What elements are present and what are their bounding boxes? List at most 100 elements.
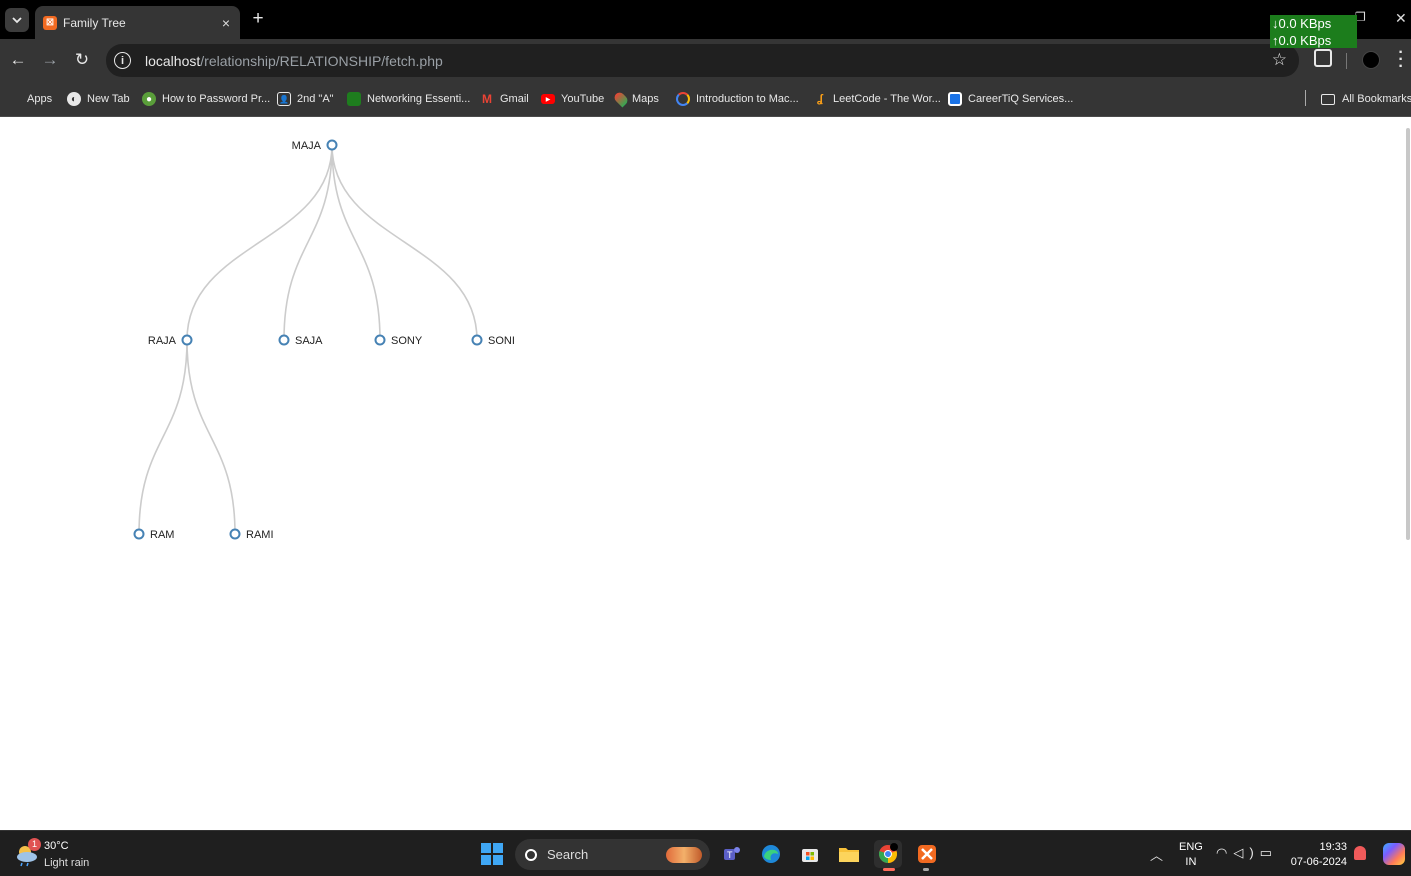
node-label-ram: RAM [150,529,174,541]
system-tray-icons[interactable]: ◠◁)▭ [1216,845,1278,861]
microsoft-store-icon[interactable] [796,840,824,868]
tab-strip: ⊠ Family Tree × + ↓0.0 KBps ↑0.0 KBps ❐ … [0,0,1411,48]
bookmark-label: Networking Essenti... [367,93,471,105]
bookmark-careertiq[interactable]: CareerTiQ Services... [948,90,1073,108]
node-label-soni: SONI [488,335,515,347]
forward-arrow-icon[interactable]: → [39,49,61,71]
folder-icon [1321,93,1335,105]
profile-avatar[interactable] [1362,51,1380,69]
region-code: IN [1185,856,1197,868]
gmail-icon: M [482,92,492,106]
url-host: localhost [145,52,201,69]
bookmark-label: Apps [27,93,53,105]
all-bookmarks-button[interactable]: All Bookmarks [1321,90,1411,108]
weather-alert-badge: 1 [28,838,41,851]
bookmark-gmail[interactable]: M Gmail [480,90,529,108]
address-bar[interactable]: i localhost/relationship/RELATIONSHIP/fe… [106,44,1299,77]
system-clock[interactable]: 19:33 07-06-2024 [1287,840,1347,870]
browser-menu-icon[interactable]: · · · [1396,45,1406,75]
edge-icon[interactable] [757,840,785,868]
language-code: ENG [1179,841,1203,853]
close-window-icon[interactable]: ✕ [1395,10,1407,27]
family-tree-diagram: MAJA RAJA SAJA SONY SONI RAM RAMI [133,139,515,541]
link-maja-sony [331,144,381,341]
bookmark-intro-mac[interactable]: Introduction to Mac... [676,90,799,108]
bookmark-label: CareerTiQ Services... [968,93,1074,105]
extensions-puzzle-icon[interactable] [1314,49,1332,67]
tab-search-button[interactable] [5,8,29,32]
weather-condition[interactable]: Light rain [44,857,89,869]
contact-card-icon: 👤 [277,92,291,106]
bookmark-2nd-a[interactable]: 👤 2nd "A" [277,90,334,108]
tab-close-icon[interactable]: × [216,15,236,31]
browser-toolbar: ← → ↻ i localhost/relationship/RELATIONS… [0,39,1411,82]
all-bookmarks-label: All Bookmarks [1342,93,1411,105]
bookmarks-divider [1305,90,1306,106]
node-label-raja: RAJA [148,335,177,347]
bookmark-youtube[interactable]: ▶ YouTube [541,90,604,108]
notification-bell-icon[interactable] [1354,846,1366,860]
bookmark-maps[interactable]: Maps [612,90,659,108]
careertiq-icon [948,92,962,106]
node-soni[interactable] [471,334,483,346]
battery-icon[interactable]: ▭ [1260,845,1278,860]
input-language[interactable]: ENG IN [1179,840,1203,870]
google-cloud-icon [676,92,690,106]
tab-title: Family Tree [63,15,126,30]
active-app-indicator [883,868,895,871]
link-raja-rami [186,339,236,535]
leetcode-icon: ʆ [817,93,823,105]
chevron-down-icon [12,17,22,24]
weather-temperature[interactable]: 30°C [44,840,69,852]
node-saja[interactable] [278,334,290,346]
node-ram[interactable] [133,528,145,540]
bookmark-password[interactable]: ● How to Password Pr... [142,90,270,108]
bookmark-star-icon[interactable]: ☆ [1272,50,1287,70]
node-rami[interactable] [229,528,241,540]
link-maja-saja [283,144,333,341]
copilot-icon[interactable] [1383,843,1405,865]
maps-pin-icon [612,90,630,108]
xampp-icon: ⊠ [43,15,57,30]
bookmarks-bar: Apps ◐ New Tab ● How to Password Pr... 👤… [0,82,1411,117]
globe-icon: ◐ [67,92,81,106]
taskbar-search[interactable]: Search [515,839,710,870]
cisco-icon [347,92,361,106]
network-down-rate: ↓0.0 KBps [1272,16,1332,31]
tab-family-tree[interactable]: ⊠ Family Tree × [35,6,240,39]
search-highlight-icon [666,847,702,863]
back-arrow-icon[interactable]: ← [7,49,29,71]
xampp-taskbar-icon[interactable] [913,840,941,871]
bookmark-networking[interactable]: Networking Essenti... [347,90,470,108]
node-maja[interactable] [326,139,338,151]
clock-time: 19:33 [1319,841,1347,853]
node-label-rami: RAMI [246,529,274,541]
url-text[interactable]: localhost/relationship/RELATIONSHIP/fetc… [145,53,443,69]
bookmark-leetcode[interactable]: ʆ LeetCode - The Wor... [813,90,941,108]
running-app-indicator [923,868,929,871]
search-label: Search [547,847,589,862]
bookmark-apps[interactable]: Apps [10,90,52,108]
link-maja-raja [186,144,333,341]
file-explorer-icon[interactable] [835,840,863,868]
bookmark-label: Introduction to Mac... [696,93,799,105]
windows-start-icon[interactable] [481,843,503,865]
toolbar-divider [1346,53,1347,69]
site-info-icon[interactable]: i [114,52,131,69]
windows-taskbar: 1 30°C Light rain Search T ︿ ENG IN ◠◁)▭… [0,830,1411,876]
wifi-icon[interactable]: ◠ [1216,845,1233,860]
bookmark-label: 2nd "A" [297,93,334,105]
tray-overflow-icon[interactable]: ︿ [1150,845,1163,864]
node-label-saja: SAJA [295,335,323,347]
node-sony[interactable] [374,334,386,346]
chrome-icon[interactable] [874,840,902,871]
apps-grid-icon [10,94,21,105]
bookmark-label: New Tab [87,93,130,105]
new-tab-button[interactable]: + [248,8,268,30]
reload-icon[interactable]: ↻ [71,49,93,71]
node-raja[interactable] [181,334,193,346]
volume-icon[interactable]: ◁) [1233,845,1259,860]
teams-icon[interactable]: T [718,840,746,868]
page-scrollbar[interactable] [1406,128,1410,540]
bookmark-new-tab[interactable]: ◐ New Tab [67,90,130,108]
